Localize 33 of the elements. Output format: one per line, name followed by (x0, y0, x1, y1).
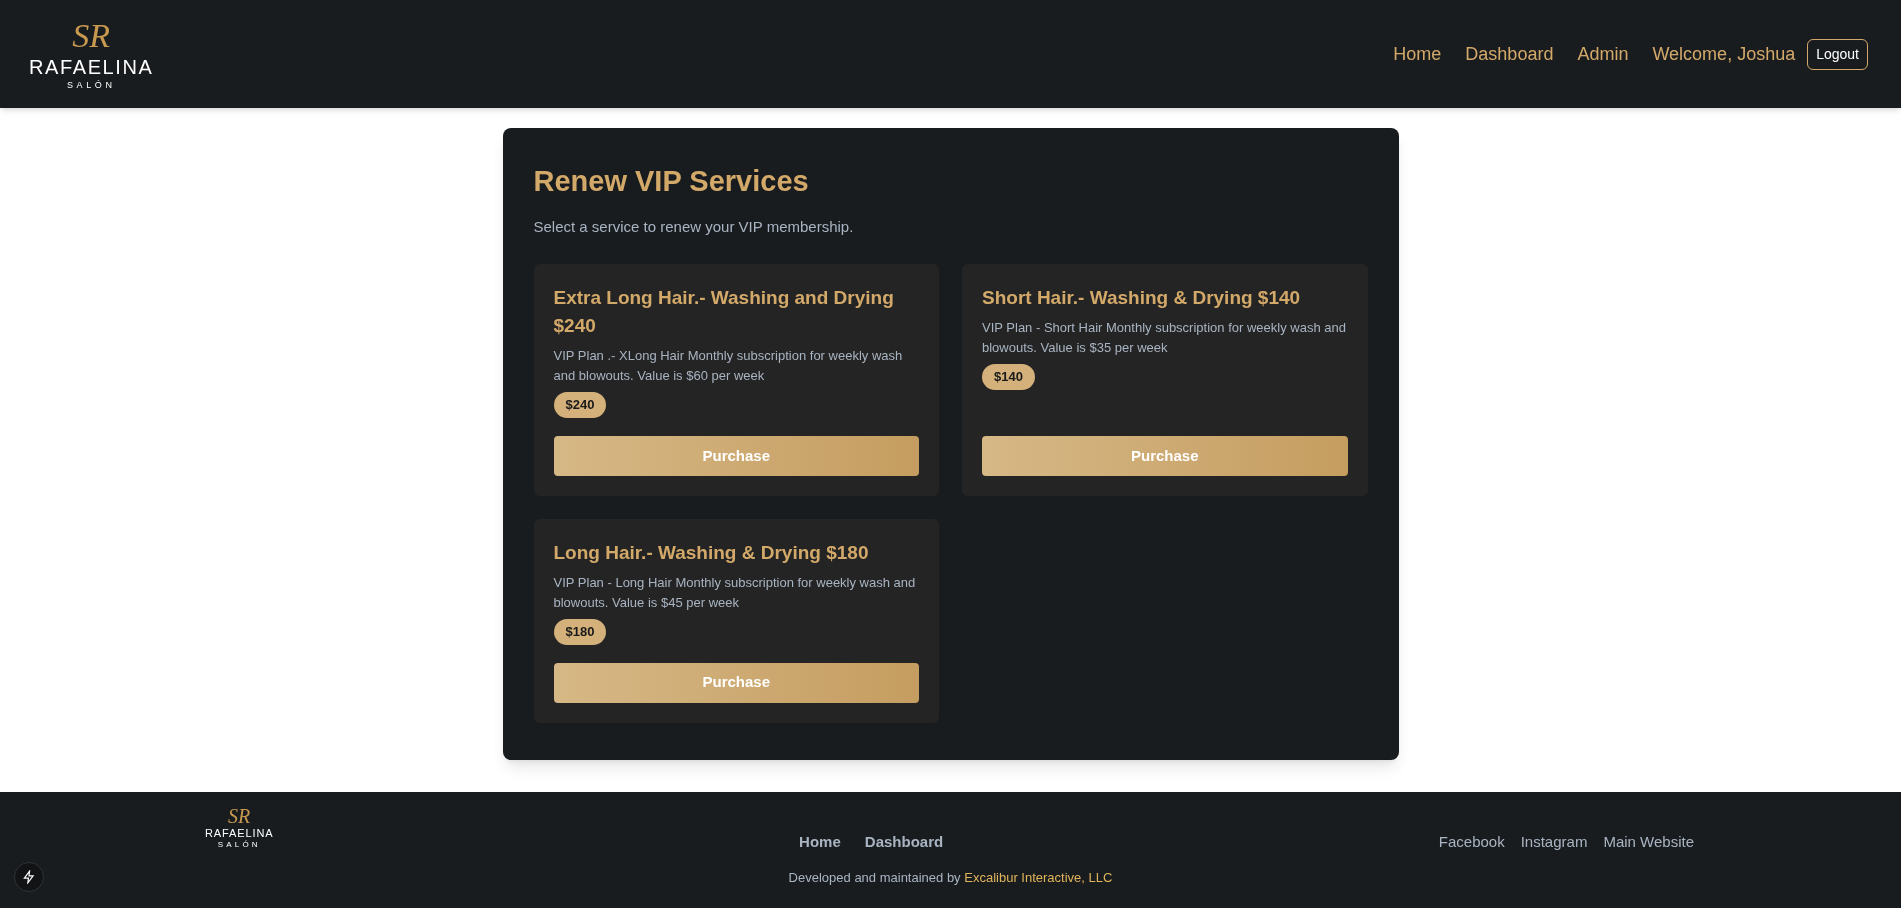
lightning-icon (22, 870, 36, 884)
nav-link[interactable]: Dashboard (1465, 40, 1554, 68)
logo-monogram: SR (72, 18, 111, 53)
price-badge: $180 (553, 619, 607, 645)
logo[interactable]: SR RAFAELINA SALÓN (205, 806, 274, 849)
nav-link[interactable]: Admin (1577, 40, 1629, 68)
welcome-text: Welcome, Joshua (1652, 42, 1796, 66)
service-description: VIP Plan .- XLong Hair Monthly subscription for weekly wash and blowouts. Value is $60 per week (553, 347, 904, 385)
footer-link[interactable]: Home (799, 831, 841, 854)
logo-monogram: SR (228, 806, 251, 826)
logo-name: RAFAELINA (205, 828, 274, 839)
logo-name: RAFAELINA (29, 56, 154, 77)
logo[interactable]: SR RAFAELINA SALÓN (29, 18, 154, 90)
price-badge: $240 (553, 392, 607, 418)
service-title: Long Hair.- Washing & Drying $180 (553, 541, 870, 565)
nav-link[interactable]: Home (1393, 40, 1442, 68)
credit-text: Developed and maintained by (788, 869, 962, 885)
logo-subtitle: SALÓN (66, 80, 116, 90)
logo-subtitle: SALÓN (217, 841, 261, 849)
credit-link[interactable]: Excalibur Interactive, LLC (964, 869, 1113, 885)
bolt-button[interactable] (14, 862, 44, 892)
service-title: Extra Long Hair.- Washing and Drying $240 (553, 286, 895, 338)
service-description: VIP Plan - Long Hair Monthly subscription for weekly wash and blowouts. Value is $45 per week (553, 574, 917, 612)
logout-button[interactable]: Logout (1807, 38, 1868, 70)
panel-title: Renew VIP Services (533, 164, 810, 199)
price-badge: $140 (982, 364, 1035, 390)
social-link[interactable]: Instagram (1520, 831, 1588, 854)
panel-subtitle: Select a service to renew your VIP membership. (533, 216, 855, 237)
social-link[interactable]: Main Website (1603, 831, 1694, 854)
social-link[interactable]: Facebook (1438, 831, 1505, 854)
service-description: VIP Plan - Short Hair Monthly subscription for weekly wash and blowouts. Value is $35 per week (982, 319, 1347, 357)
footer-link[interactable]: Dashboard (864, 831, 944, 854)
service-title: Short Hair.- Washing & Drying $140 (982, 286, 1302, 310)
